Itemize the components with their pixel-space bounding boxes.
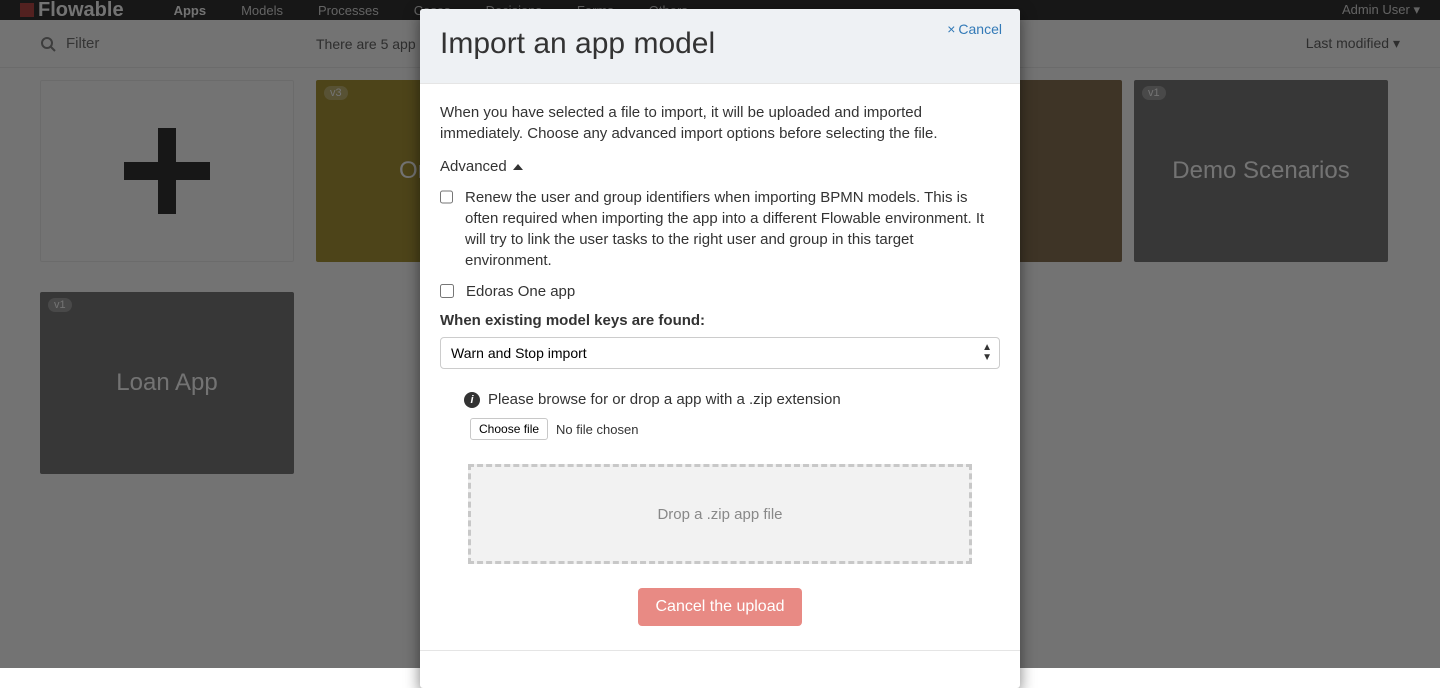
modal-intro: When you have selected a file to import,… [440,102,1000,144]
existing-keys-label: When existing model keys are found: [440,312,1000,329]
dropzone-hint: Drop a .zip app file [657,506,782,523]
caret-up-icon [513,164,523,170]
modal-close[interactable]: ×Cancel [947,21,1002,37]
edoras-label: Edoras One app [466,281,575,302]
modal-title: Import an app model [440,27,1000,61]
browse-hint: Please browse for or drop a app with a .… [488,391,841,408]
file-status: No file chosen [556,422,638,437]
modal-footer [420,650,1020,688]
cancel-upload-button[interactable]: Cancel the upload [638,588,803,626]
import-app-modal: ×Cancel Import an app model When you hav… [420,9,1020,688]
renew-ids-checkbox[interactable] [440,190,453,204]
modal-body: When you have selected a file to import,… [420,84,1020,650]
choose-file-button[interactable]: Choose file [470,418,548,440]
modal-header: ×Cancel Import an app model [420,9,1020,84]
info-icon: i [464,392,480,408]
edoras-checkbox[interactable] [440,284,454,298]
advanced-toggle[interactable]: Advanced [440,158,1000,175]
dropzone[interactable]: Drop a .zip app file [468,464,972,564]
existing-keys-select[interactable]: Warn and Stop import [440,337,1000,369]
close-icon: × [947,21,955,37]
renew-ids-label: Renew the user and group identifiers whe… [465,187,1000,271]
